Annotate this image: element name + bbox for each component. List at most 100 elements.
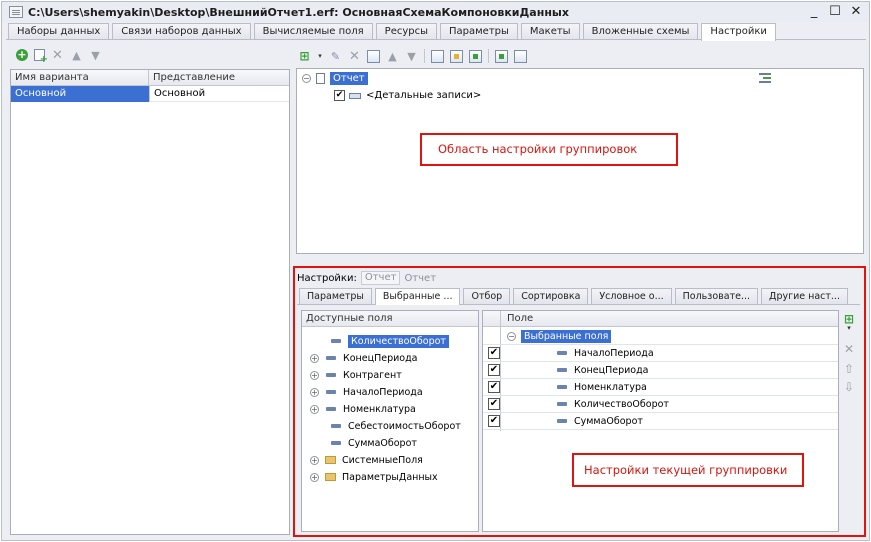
table-row[interactable]: ✔ НачалоПериода [483, 345, 838, 362]
delete-grouping-icon[interactable]: ✕ [348, 50, 361, 63]
item-settings-icon[interactable] [469, 49, 482, 63]
tab-parameters[interactable]: Параметры [440, 23, 518, 40]
field-label[interactable]: ПараметрыДанных [342, 472, 438, 483]
tab-settings[interactable]: Настройки [701, 23, 776, 41]
annotation-grouping-area: Область настройки группировок [420, 133, 678, 166]
table-row[interactable]: Основной Основной [11, 86, 289, 102]
field-label[interactable]: КоличествоОборот [574, 399, 669, 410]
table-row[interactable]: ✔ СуммаОборот [483, 413, 838, 430]
field-label[interactable]: СуммаОборот [348, 438, 417, 449]
field-label[interactable]: СебестоимостьОборот [348, 421, 461, 432]
field-checkbox[interactable]: ✔ [488, 381, 500, 393]
field-checkbox[interactable]: ✔ [488, 398, 500, 410]
table-row[interactable]: ✔ Номенклатура [483, 379, 838, 396]
move-down-grouping-icon[interactable]: ▼ [405, 50, 418, 63]
dropdown-arrow-icon[interactable]: ▾ [842, 324, 856, 332]
available-fields-panel[interactable]: Доступные поля КоличествоОборот + КонецП… [301, 310, 479, 532]
tab-nested-schemas[interactable]: Вложенные схемы [582, 23, 699, 40]
field-label[interactable]: СуммаОборот [574, 416, 643, 427]
copy-variant-icon[interactable] [34, 49, 48, 65]
tab-selected-fields[interactable]: Выбранные ... [374, 288, 461, 305]
chart-icon[interactable] [514, 49, 527, 63]
table-icon[interactable] [495, 49, 508, 63]
field-label[interactable]: КоличествоОборот [348, 334, 449, 348]
tab-user-fields[interactable]: Пользовате... [674, 288, 759, 304]
tab-calculated-fields[interactable]: Вычисляемые поля [253, 23, 373, 40]
list-item[interactable]: + Контрагент [310, 367, 402, 383]
structure-icon[interactable] [759, 73, 771, 85]
selected-fields-panel[interactable]: Поле − Выбранные поля ✔ НачалоПериода ✔ … [482, 310, 839, 532]
move-down-icon[interactable]: ▼ [89, 49, 102, 62]
add-variant-icon[interactable]: + [16, 49, 28, 61]
field-label[interactable]: НачалоПериода [343, 387, 423, 398]
tab-dataset-links[interactable]: Связи наборов данных [112, 23, 251, 40]
field-label[interactable]: КонецПериода [343, 353, 417, 364]
tree-node-label[interactable]: Отчет [330, 72, 368, 85]
maximize-button[interactable]: ☐ [828, 3, 842, 20]
field-label[interactable]: Номенклатура [574, 382, 647, 393]
table-row[interactable]: ✔ КонецПериода [483, 362, 838, 379]
table-row[interactable]: − Выбранные поля [483, 328, 838, 345]
column-variant-name[interactable]: Имя варианта [11, 70, 149, 85]
field-label[interactable]: Контрагент [343, 370, 402, 381]
current-settings-icon[interactable] [450, 49, 463, 63]
tree-node-detail-records[interactable]: ✔ <Детальные записи> [334, 88, 481, 103]
field-checkbox[interactable]: ✔ [488, 364, 500, 376]
field-label[interactable]: НачалоПериода [574, 348, 654, 359]
tab-parameters-settings[interactable]: Параметры [299, 288, 372, 304]
list-item[interactable]: + КонецПериода [310, 350, 417, 366]
field-label[interactable]: Номенклатура [343, 404, 416, 415]
tab-filter[interactable]: Отбор [463, 288, 511, 304]
tree-node-label[interactable]: <Детальные записи> [366, 90, 481, 101]
column-presentation[interactable]: Представление [149, 70, 235, 85]
list-item[interactable]: СуммаОборот [324, 435, 417, 451]
tab-conditional-formatting[interactable]: Условное о... [591, 288, 672, 304]
field-checkbox[interactable]: ✔ [488, 347, 500, 359]
settings-crumb-report[interactable]: Отчет [360, 271, 401, 285]
tree-node-report[interactable]: − Отчет [302, 71, 368, 86]
delete-field-icon[interactable]: ✕ [842, 342, 856, 356]
delete-icon[interactable]: ✕ [51, 49, 64, 62]
list-item[interactable]: + НачалоПериода [310, 384, 423, 400]
move-down-field-icon[interactable]: ⇩ [842, 380, 856, 394]
tab-templates[interactable]: Макеты [520, 23, 580, 40]
collapse-icon[interactable]: − [302, 74, 311, 83]
move-up-icon[interactable]: ▲ [70, 49, 83, 62]
selected-group-label[interactable]: Выбранные поля [521, 329, 612, 343]
move-up-grouping-icon[interactable]: ▲ [386, 50, 399, 63]
dropdown-arrow-icon[interactable]: ▾ [317, 50, 323, 63]
field-label[interactable]: КонецПериода [574, 365, 648, 376]
field-checkbox[interactable]: ✔ [488, 415, 500, 427]
tab-resources[interactable]: Ресурсы [375, 23, 438, 40]
expand-icon[interactable]: + [310, 472, 319, 482]
list-item[interactable]: СебестоимостьОборот [324, 418, 461, 434]
grouping-structure-area[interactable]: − Отчет ✔ <Детальные записи> Область нас… [296, 68, 864, 254]
field-label[interactable]: СистемныеПоля [342, 455, 423, 466]
expand-icon[interactable]: + [310, 370, 319, 380]
expand-icon[interactable]: + [310, 404, 319, 414]
move-up-field-icon[interactable]: ⇧ [842, 362, 856, 376]
list-item[interactable]: + СистемныеПоля [310, 452, 423, 468]
title-bar[interactable]: C:\Users\shemyakin\Desktop\ВнешнийОтчет1… [2, 2, 869, 22]
group-icon[interactable] [367, 49, 380, 63]
expand-icon[interactable]: + [310, 353, 319, 363]
tab-datasets[interactable]: Наборы данных [8, 23, 110, 40]
collapse-icon[interactable]: − [507, 331, 516, 341]
minimize-button[interactable]: _ [807, 3, 821, 20]
variant-name-cell[interactable]: Основной [11, 86, 149, 102]
list-item[interactable]: + ПараметрыДанных [310, 469, 438, 485]
expand-icon[interactable]: + [310, 455, 319, 465]
edit-icon[interactable]: ✎ [329, 50, 342, 63]
current-grouping-settings: Настройки: Отчет Отчет Параметры Выбранн… [293, 266, 866, 537]
table-row[interactable]: ✔ КоличествоОборот [483, 396, 838, 413]
add-grouping-icon[interactable]: ⊞ [298, 49, 311, 63]
list-item[interactable]: КоличествоОборот [324, 333, 449, 349]
expand-icon[interactable]: + [310, 387, 319, 397]
list-item[interactable]: + Номенклатура [310, 401, 416, 417]
variant-presentation-cell[interactable]: Основной [149, 86, 289, 102]
tab-other-settings[interactable]: Другие наст... [761, 288, 848, 304]
tab-sorting[interactable]: Сортировка [513, 288, 589, 304]
detail-records-checkbox[interactable]: ✔ [334, 90, 345, 101]
close-button[interactable]: ✕ [849, 3, 863, 20]
settings-icon[interactable] [431, 49, 444, 63]
